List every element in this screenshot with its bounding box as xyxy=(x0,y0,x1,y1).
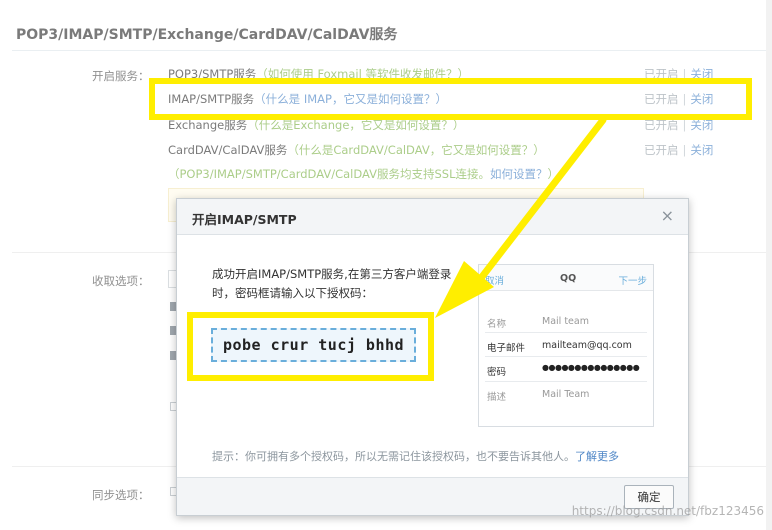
watermark: https://blog.csdn.net/fbz123456 xyxy=(571,504,764,518)
scrollbar[interactable] xyxy=(766,0,772,530)
annotation-arrow xyxy=(435,116,607,318)
